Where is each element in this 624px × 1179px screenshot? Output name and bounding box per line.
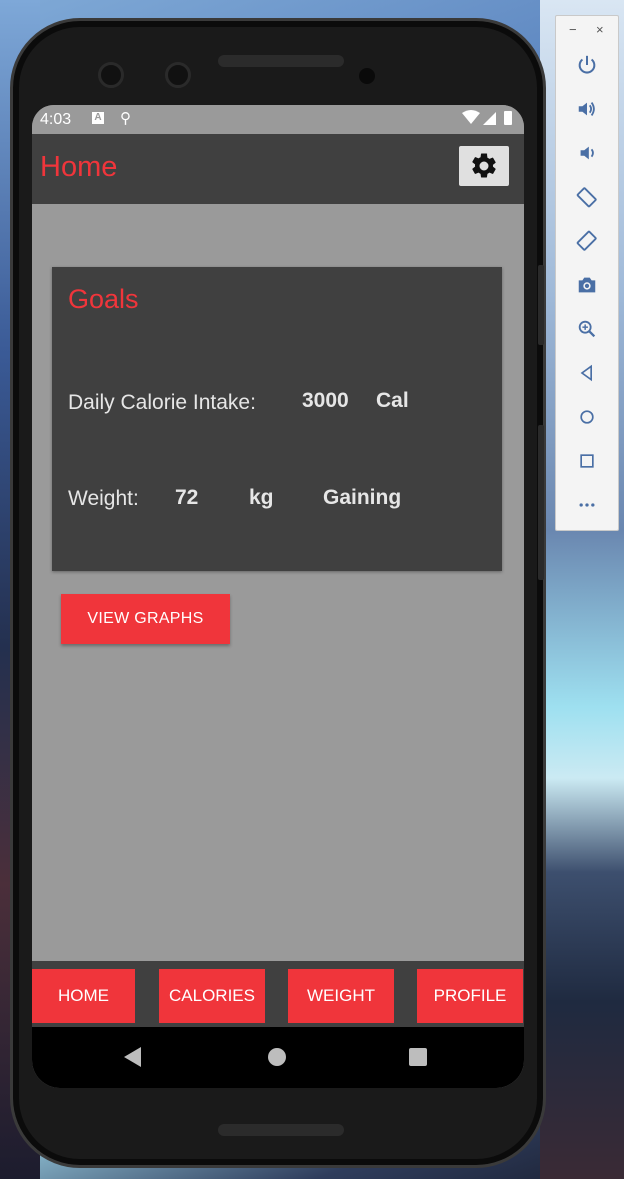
minimize-button[interactable]: − bbox=[569, 22, 577, 37]
home-icon[interactable] bbox=[573, 403, 601, 431]
wifi-signal-battery-icon bbox=[462, 110, 512, 125]
calorie-value: 3000 bbox=[302, 389, 349, 412]
recent-apps-square-icon[interactable] bbox=[409, 1048, 427, 1066]
back-icon[interactable] bbox=[573, 359, 601, 387]
goals-title: Goals bbox=[68, 284, 139, 314]
weight-goal-status: Gaining bbox=[323, 486, 402, 509]
rotate-right-icon[interactable] bbox=[573, 227, 601, 255]
settings-button[interactable] bbox=[459, 146, 509, 186]
bottom-speaker bbox=[218, 1124, 344, 1136]
more-icon[interactable] bbox=[573, 491, 601, 519]
phone-screen: 4:03 A ⚲ Home Goals Daily Calorie Intake… bbox=[32, 105, 524, 1088]
calorie-label: Daily Calorie Intake: bbox=[68, 391, 256, 414]
notification-a-icon: A bbox=[92, 112, 104, 124]
tab-profile[interactable]: PROFILE bbox=[417, 969, 523, 1023]
view-graphs-button[interactable]: VIEW GRAPHS bbox=[61, 594, 230, 644]
notification-b-icon: ⚲ bbox=[120, 110, 131, 127]
camera-icon[interactable] bbox=[573, 271, 601, 299]
weight-unit: kg bbox=[249, 486, 274, 509]
calorie-unit: Cal bbox=[376, 389, 409, 412]
home-circle-icon[interactable] bbox=[268, 1048, 286, 1066]
system-status-icons bbox=[462, 110, 514, 130]
volume-down-icon[interactable] bbox=[573, 139, 601, 167]
emulator-toolbar: − × bbox=[555, 15, 619, 531]
earpiece-speaker bbox=[218, 55, 344, 67]
weight-label: Weight: bbox=[68, 487, 139, 510]
power-side-button bbox=[538, 265, 544, 345]
zoom-icon[interactable] bbox=[573, 315, 601, 343]
volume-up-icon[interactable] bbox=[573, 95, 601, 123]
overview-icon[interactable] bbox=[573, 447, 601, 475]
bottom-tab-bar: HOME CALORIES WEIGHT PROFILE bbox=[32, 961, 524, 1031]
gear-icon bbox=[472, 153, 496, 178]
front-camera-2 bbox=[165, 62, 191, 88]
page-title: Home bbox=[40, 151, 118, 183]
back-triangle-icon[interactable] bbox=[124, 1047, 141, 1067]
status-bar: 4:03 A ⚲ bbox=[32, 105, 524, 134]
close-button[interactable]: × bbox=[596, 22, 604, 37]
front-camera bbox=[98, 62, 124, 88]
app-bar: Home bbox=[32, 134, 524, 204]
android-nav-bar bbox=[32, 1027, 524, 1088]
proximity-sensor bbox=[359, 68, 375, 84]
tab-home[interactable]: HOME bbox=[32, 969, 135, 1023]
rotate-left-icon[interactable] bbox=[573, 183, 601, 211]
tab-weight[interactable]: WEIGHT bbox=[288, 969, 394, 1023]
weight-value: 72 bbox=[175, 486, 199, 509]
power-icon[interactable] bbox=[573, 51, 601, 79]
tab-calories[interactable]: CALORIES bbox=[159, 969, 265, 1023]
status-time: 4:03 bbox=[40, 111, 72, 128]
volume-side-button bbox=[538, 425, 544, 580]
goals-card: Goals Daily Calorie Intake: 3000 Cal Wei… bbox=[52, 267, 502, 571]
